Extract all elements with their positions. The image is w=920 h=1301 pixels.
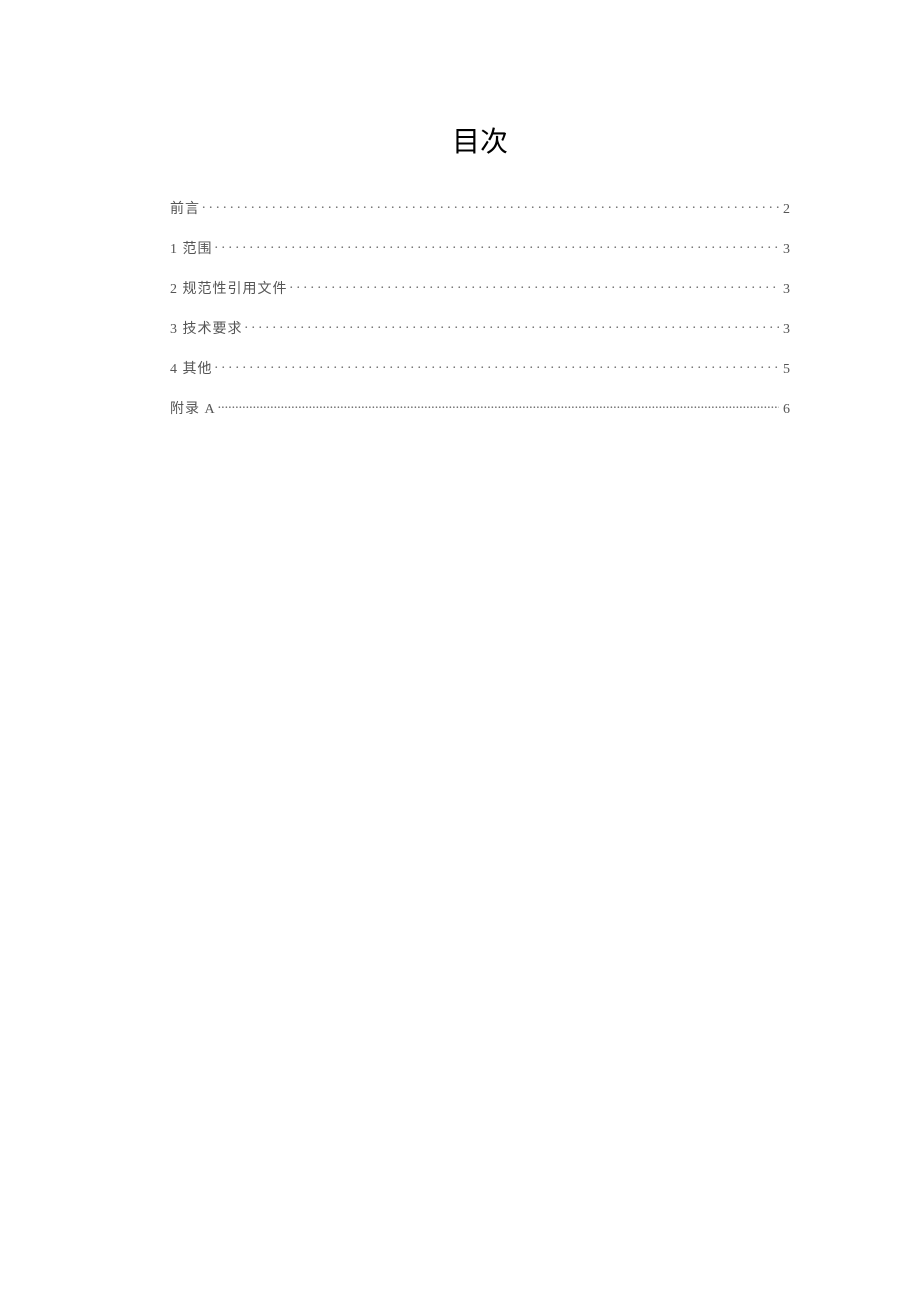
toc-entry: 4 其他 5: [170, 358, 790, 378]
toc-label: 3 技术要求: [170, 318, 243, 338]
toc-label: 1 范围: [170, 238, 213, 258]
toc-leader: [202, 199, 779, 213]
toc-label: 前言: [170, 198, 200, 218]
toc-page-number: 5: [783, 362, 790, 378]
toc-entry: 1 范围 3: [170, 238, 790, 258]
toc-page-number: 3: [783, 282, 790, 298]
toc-label: 4 其他: [170, 358, 213, 378]
document-page: 目次 前言 2 1 范围 3 2 规范性引用文件 3 3 技术要求 3 4 其他…: [0, 0, 920, 418]
toc-leader: [215, 239, 780, 253]
toc-leader: [290, 279, 780, 293]
toc-entry: 3 技术要求 3: [170, 318, 790, 338]
toc-page-number: 2: [783, 202, 790, 218]
toc-label: 附录 A: [170, 398, 216, 418]
toc-title: 目次: [170, 120, 790, 160]
toc-leader: [245, 319, 780, 333]
toc-entry: 附录 A 6: [170, 398, 790, 418]
toc-leader: [215, 359, 780, 373]
toc-page-number: 3: [783, 242, 790, 258]
toc-leader: [218, 399, 779, 413]
toc-entry: 前言 2: [170, 198, 790, 218]
toc-entry: 2 规范性引用文件 3: [170, 278, 790, 298]
toc-page-number: 6: [783, 402, 790, 418]
toc-label: 2 规范性引用文件: [170, 278, 288, 298]
toc-page-number: 3: [783, 322, 790, 338]
